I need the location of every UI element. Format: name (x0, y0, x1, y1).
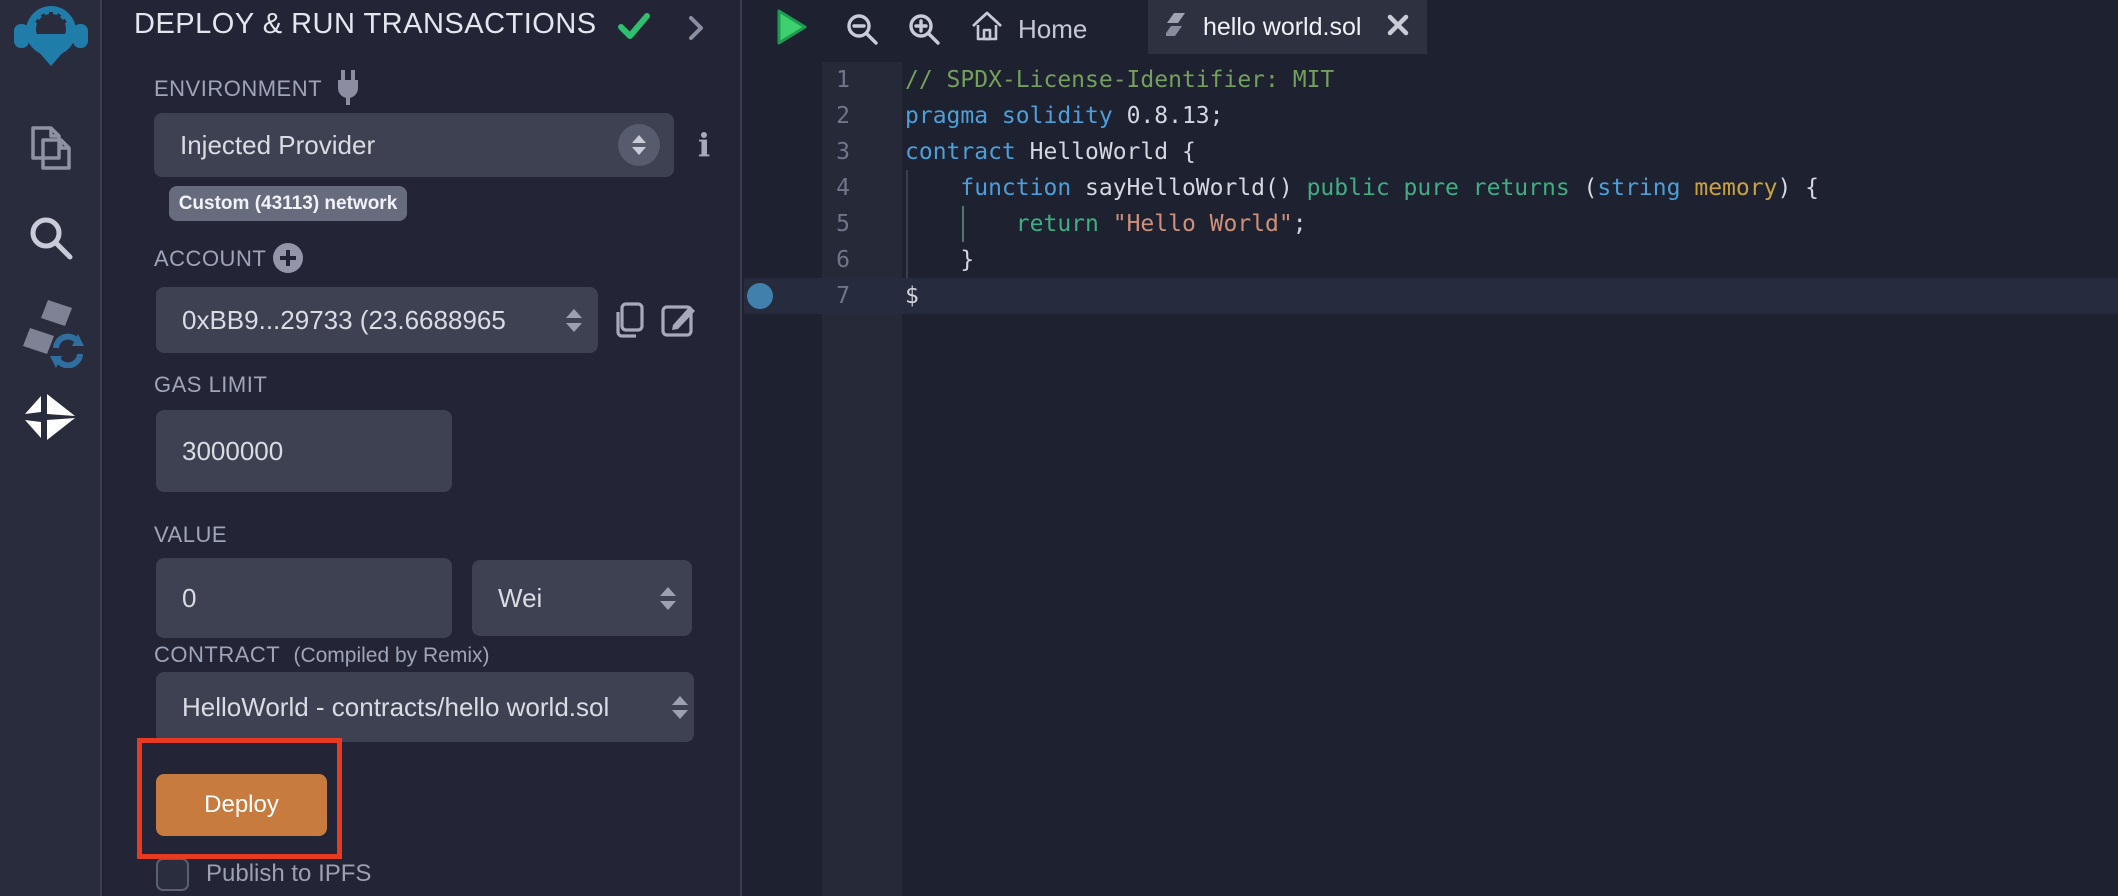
value-input[interactable]: 0 (156, 558, 452, 638)
code-line-7[interactable]: 7$ (744, 278, 2118, 314)
line-number[interactable]: 2 (822, 98, 902, 134)
home-icon (970, 10, 1004, 49)
environment-spinner-icon (618, 124, 660, 166)
line-number[interactable]: 7 (822, 278, 902, 314)
code-text: pragma solidity 0.8.13; (902, 98, 1224, 134)
gas-limit-label: GAS LIMIT (154, 372, 267, 398)
account-spinner-icon (566, 309, 582, 332)
account-select[interactable]: 0xBB9...29733 (23.6688965 (156, 287, 598, 353)
contract-label: CONTRACT (Compiled by Remix) (154, 642, 490, 668)
breakpoint-dot-icon[interactable] (747, 283, 773, 309)
contract-value: HelloWorld - contracts/hello world.sol (156, 692, 672, 723)
line-number[interactable]: 5 (822, 206, 902, 242)
line-number[interactable]: 3 (822, 134, 902, 170)
account-label: ACCOUNT (154, 246, 266, 272)
code-text: } (902, 242, 974, 278)
home-tab-label: Home (1018, 14, 1087, 45)
active-indent-guide (962, 206, 964, 242)
line-number[interactable]: 1 (822, 62, 902, 98)
file-explorer-icon[interactable] (0, 122, 102, 174)
search-icon[interactable] (0, 212, 102, 264)
code-line-6[interactable]: 6 } (744, 242, 2118, 278)
plug-icon (332, 70, 364, 111)
code-line-2[interactable]: 2pragma solidity 0.8.13; (744, 98, 2118, 134)
activity-bar (0, 0, 102, 896)
deploy-run-panel: DEPLOY & RUN TRANSACTIONS ENVIRONMENT In… (104, 0, 742, 896)
remix-ide-window: DEPLOY & RUN TRANSACTIONS ENVIRONMENT In… (0, 0, 2118, 896)
publish-ipfs-label: Publish to IPFS (206, 860, 371, 888)
indent-guide (906, 170, 908, 278)
breakpoint-margin[interactable] (744, 206, 822, 242)
code-text: $ (902, 278, 919, 314)
zoom-in-icon[interactable] (906, 11, 942, 52)
network-badge: Custom (43113) network (169, 186, 407, 221)
solidity-file-icon (1166, 12, 1190, 43)
account-value: 0xBB9...29733 (23.6688965 (156, 305, 566, 336)
breakpoint-margin[interactable] (744, 170, 822, 206)
publish-ipfs-checkbox[interactable] (156, 858, 189, 891)
environment-value: Injected Provider (154, 130, 618, 161)
close-tab-icon[interactable] (1387, 14, 1409, 41)
line-number[interactable]: 4 (822, 170, 902, 206)
value-unit-select[interactable]: Wei (472, 560, 692, 636)
value-label: VALUE (154, 522, 227, 548)
tab-hello-world-sol[interactable]: hello world.sol (1148, 0, 1427, 54)
deploy-run-icon[interactable] (0, 392, 102, 442)
gas-limit-value: 3000000 (156, 436, 452, 467)
tab-home[interactable]: Home (970, 10, 1087, 49)
breakpoint-margin[interactable] (744, 242, 822, 278)
contract-spinner-icon (672, 696, 688, 719)
code-line-1[interactable]: 1// SPDX-License-Identifier: MIT (744, 62, 2118, 98)
environment-label: ENVIRONMENT (154, 76, 322, 102)
breakpoint-margin[interactable] (744, 62, 822, 98)
breakpoint-margin[interactable] (744, 98, 822, 134)
edit-account-icon[interactable] (660, 300, 698, 343)
code-line-5[interactable]: 5 return "Hello World"; (744, 206, 2118, 242)
code-text: function sayHelloWorld() public pure ret… (902, 170, 1819, 206)
code-line-3[interactable]: 3contract HelloWorld { (744, 134, 2118, 170)
panel-title: DEPLOY & RUN TRANSACTIONS (134, 8, 597, 41)
panel-expand-chevron-icon[interactable] (688, 15, 704, 46)
code-area[interactable]: 1// SPDX-License-Identifier: MIT2pragma … (744, 62, 2118, 314)
breakpoint-margin[interactable] (744, 134, 822, 170)
copy-account-icon[interactable] (612, 300, 648, 345)
compile-success-check-icon (618, 12, 650, 45)
unit-spinner-icon (660, 587, 676, 610)
gas-limit-input[interactable]: 3000000 (156, 410, 452, 492)
deploy-button[interactable]: Deploy (156, 774, 327, 836)
zoom-out-icon[interactable] (844, 11, 880, 52)
breakpoint-margin[interactable] (744, 278, 822, 314)
environment-info-icon[interactable]: i (698, 126, 710, 164)
add-account-icon[interactable] (272, 242, 304, 279)
line-number[interactable]: 6 (822, 242, 902, 278)
editor-area: Home hello world.sol 1// SPDX-License-Id… (744, 0, 2118, 896)
value-unit: Wei (472, 583, 660, 614)
code-text: contract HelloWorld { (902, 134, 1196, 170)
environment-select[interactable]: Injected Provider (154, 113, 674, 177)
remix-logo[interactable] (0, 4, 102, 66)
code-line-4[interactable]: 4 function sayHelloWorld() public pure r… (744, 170, 2118, 206)
contract-select[interactable]: HelloWorld - contracts/hello world.sol (156, 672, 694, 742)
active-tab-label: hello world.sol (1203, 13, 1374, 42)
code-text: // SPDX-License-Identifier: MIT (902, 62, 1334, 98)
value-value: 0 (156, 583, 452, 614)
run-script-play-icon[interactable] (776, 8, 808, 51)
solidity-compiler-icon[interactable] (0, 298, 102, 368)
contract-sublabel: (Compiled by Remix) (293, 644, 489, 667)
